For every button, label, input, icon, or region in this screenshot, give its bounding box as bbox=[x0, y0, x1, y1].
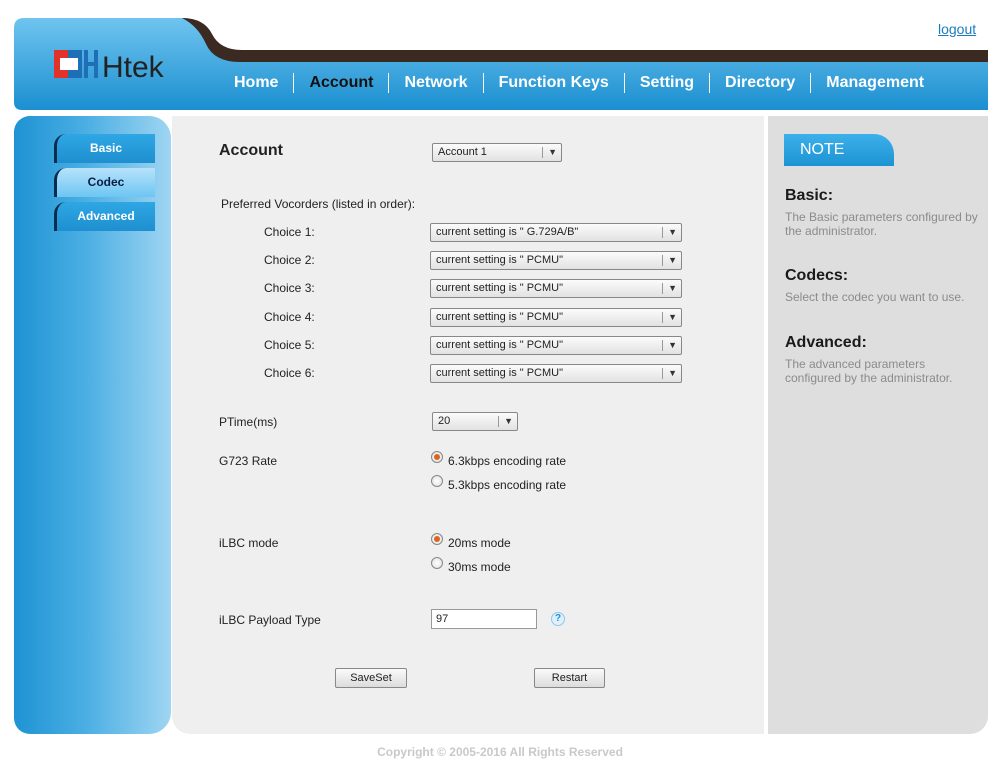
g723-option-6-3: 6.3kbps encoding rate bbox=[448, 454, 567, 468]
choice-4-select[interactable]: current setting is " PCMU" ▼ bbox=[430, 308, 682, 327]
choice-3-select[interactable]: current setting is " PCMU" ▼ bbox=[430, 279, 682, 298]
dropdown-arrow-icon: ▼ bbox=[662, 365, 677, 382]
header-banner: Htek bbox=[14, 18, 988, 110]
choice-2-select[interactable]: current setting is " PCMU" ▼ bbox=[430, 251, 682, 270]
choice-2-value: current setting is " PCMU" bbox=[436, 254, 564, 266]
note-codecs-text: Select the codec you want to use. bbox=[785, 290, 965, 304]
choice-1-value: current setting is " G.729A/B" bbox=[436, 226, 579, 238]
g723-radio-6-3[interactable] bbox=[431, 451, 443, 463]
choice-2-label: Choice 2: bbox=[264, 253, 315, 267]
note-codecs-heading: Codecs: bbox=[785, 267, 849, 284]
ilbc-payload-input[interactable]: 97 bbox=[431, 609, 537, 629]
sidebar: Basic Codec Advanced bbox=[14, 116, 171, 734]
nav-network[interactable]: Network bbox=[388, 73, 482, 93]
choice-4-value: current setting is " PCMU" bbox=[436, 311, 564, 323]
dropdown-arrow-icon: ▼ bbox=[662, 309, 677, 326]
g723-radio-5-3[interactable] bbox=[431, 475, 443, 487]
restart-button[interactable]: Restart bbox=[534, 668, 605, 688]
logo-wordmark: Htek bbox=[102, 51, 165, 84]
choice-1-label: Choice 1: bbox=[264, 225, 315, 239]
sidebar-item-codec[interactable]: Codec bbox=[54, 168, 155, 197]
sidebar-item-basic[interactable]: Basic bbox=[54, 134, 155, 163]
dropdown-arrow-icon: ▼ bbox=[542, 144, 557, 161]
nav-setting[interactable]: Setting bbox=[623, 73, 709, 93]
ilbc-option-20ms: 20ms mode bbox=[448, 536, 511, 550]
dropdown-arrow-icon: ▼ bbox=[662, 337, 677, 354]
g723-label: G723 Rate bbox=[219, 454, 278, 468]
ilbc-option-30ms: 30ms mode bbox=[448, 560, 511, 574]
g723-option-5-3: 5.3kbps encoding rate bbox=[448, 478, 567, 492]
nav-function-keys[interactable]: Function Keys bbox=[482, 73, 624, 93]
ilbc-mode-label: iLBC mode bbox=[219, 536, 279, 550]
note-advanced-heading: Advanced: bbox=[785, 334, 867, 351]
choice-6-label: Choice 6: bbox=[264, 366, 315, 380]
note-basic-heading: Basic: bbox=[785, 187, 834, 204]
note-tab: NOTE bbox=[784, 134, 894, 166]
dropdown-arrow-icon: ▼ bbox=[662, 280, 677, 297]
sidebar-item-advanced[interactable]: Advanced bbox=[54, 202, 155, 231]
ilbc-payload-label: iLBC Payload Type bbox=[219, 613, 321, 627]
dropdown-arrow-icon: ▼ bbox=[662, 252, 677, 269]
account-select-value: Account 1 bbox=[438, 146, 487, 158]
choice-6-select[interactable]: current setting is " PCMU" ▼ bbox=[430, 364, 682, 383]
account-select[interactable]: Account 1 ▼ bbox=[432, 143, 562, 162]
choice-3-label: Choice 3: bbox=[264, 281, 315, 295]
choice-3-value: current setting is " PCMU" bbox=[436, 282, 564, 294]
ilbc-radio-20ms[interactable] bbox=[431, 533, 443, 545]
dropdown-arrow-icon: ▼ bbox=[498, 413, 513, 430]
saveset-button[interactable]: SaveSet bbox=[335, 668, 407, 688]
vocoders-label: Preferred Vocorders (listed in order): bbox=[221, 197, 416, 211]
note-advanced-text: The advanced parameters configured by th… bbox=[785, 357, 953, 385]
note-panel bbox=[766, 116, 988, 734]
help-icon[interactable]: ? bbox=[551, 612, 565, 626]
choice-5-value: current setting is " PCMU" bbox=[436, 339, 564, 351]
top-nav: Home Account Network Function Keys Setti… bbox=[232, 70, 939, 96]
htek-logo: Htek bbox=[54, 50, 165, 84]
dropdown-arrow-icon: ▼ bbox=[662, 224, 677, 241]
choice-5-label: Choice 5: bbox=[264, 338, 315, 352]
ptime-label: PTime(ms) bbox=[219, 415, 278, 429]
choice-5-select[interactable]: current setting is " PCMU" ▼ bbox=[430, 336, 682, 355]
copyright: Copyright © 2005-2016 All Rights Reserve… bbox=[377, 745, 623, 759]
ilbc-radio-30ms[interactable] bbox=[431, 557, 443, 569]
ptime-select[interactable]: 20 ▼ bbox=[432, 412, 518, 431]
nav-home[interactable]: Home bbox=[232, 73, 293, 93]
note-basic-text: The Basic parameters configured by the a… bbox=[785, 210, 978, 238]
choice-4-label: Choice 4: bbox=[264, 310, 315, 324]
choice-1-select[interactable]: current setting is " G.729A/B" ▼ bbox=[430, 223, 682, 242]
choice-6-value: current setting is " PCMU" bbox=[436, 367, 564, 379]
ptime-value: 20 bbox=[438, 415, 451, 427]
nav-directory[interactable]: Directory bbox=[709, 73, 810, 93]
nav-account[interactable]: Account bbox=[293, 73, 388, 93]
nav-management[interactable]: Management bbox=[810, 73, 939, 93]
account-heading: Account bbox=[219, 142, 283, 159]
